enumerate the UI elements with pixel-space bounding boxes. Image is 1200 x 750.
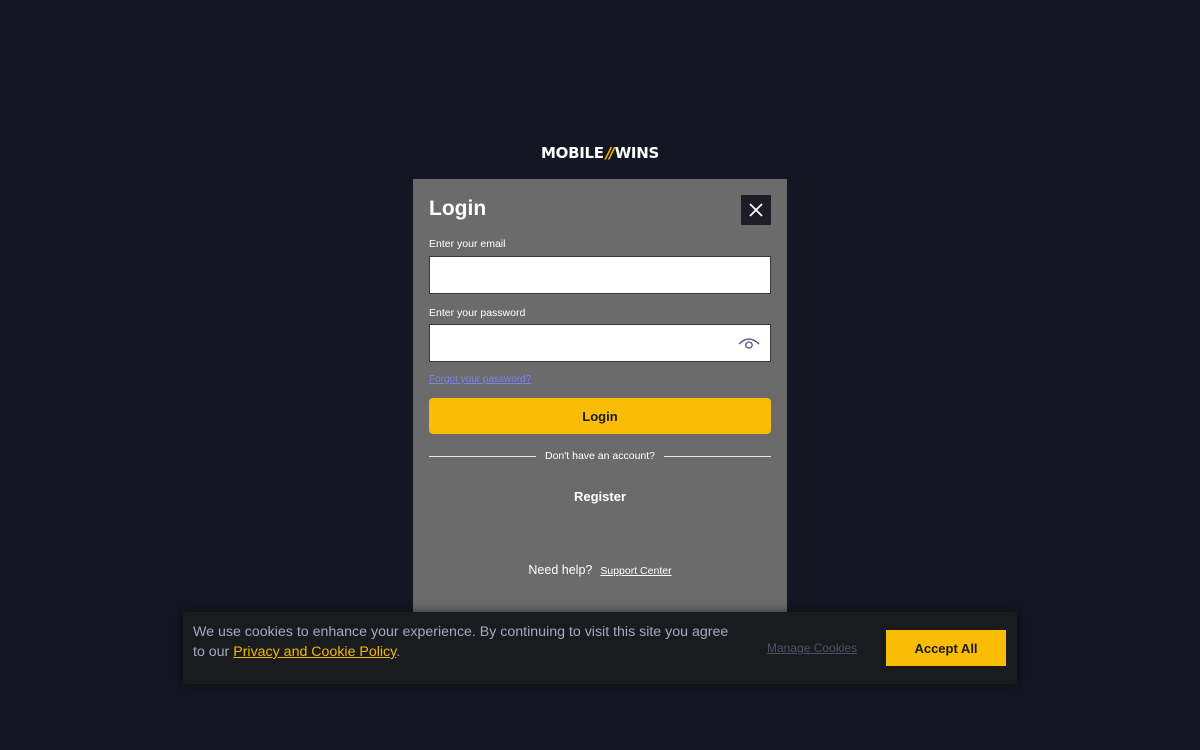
- divider-line-left: [429, 455, 536, 457]
- divider-text: Don't have an account?: [545, 450, 655, 462]
- login-page: MOBILE // WINS Login Enter your email En…: [0, 0, 1200, 750]
- close-button[interactable]: [741, 195, 771, 225]
- accept-all-button[interactable]: Accept All: [886, 630, 1006, 666]
- help-row: Need help? Support Center: [413, 563, 787, 577]
- cookie-banner: We use cookies to enhance your experienc…: [183, 612, 1017, 684]
- help-text: Need help?: [528, 563, 593, 577]
- login-button[interactable]: Login: [429, 398, 771, 434]
- password-field-wrapper: [429, 324, 771, 362]
- login-modal: Login Enter your email Enter your passwo…: [413, 179, 787, 612]
- modal-title: Login: [429, 197, 487, 220]
- password-field[interactable]: [430, 325, 770, 361]
- cookie-text-after: .: [396, 644, 401, 660]
- logo-text-left: MOBILE: [541, 144, 604, 162]
- logo-slashes: //: [605, 144, 615, 162]
- email-field-wrapper: [429, 256, 771, 294]
- logo-text-right: WINS: [614, 144, 660, 162]
- email-label: Enter your email: [429, 238, 506, 250]
- manage-cookies-link[interactable]: Manage Cookies: [767, 641, 857, 655]
- password-label: Enter your password: [429, 307, 526, 319]
- close-icon: [749, 203, 763, 217]
- forgot-password-link[interactable]: Forgot your password?: [429, 374, 531, 385]
- account-divider: Don't have an account?: [429, 449, 771, 463]
- cookie-message: We use cookies to enhance your experienc…: [193, 622, 733, 662]
- register-button[interactable]: Register: [413, 489, 787, 504]
- brand-logo: MOBILE // WINS: [541, 143, 660, 163]
- email-field[interactable]: [430, 257, 770, 293]
- eye-icon[interactable]: [738, 335, 760, 351]
- support-center-link[interactable]: Support Center: [600, 565, 671, 577]
- privacy-policy-link[interactable]: Privacy and Cookie Policy: [233, 644, 396, 660]
- divider-line-right: [664, 455, 771, 457]
